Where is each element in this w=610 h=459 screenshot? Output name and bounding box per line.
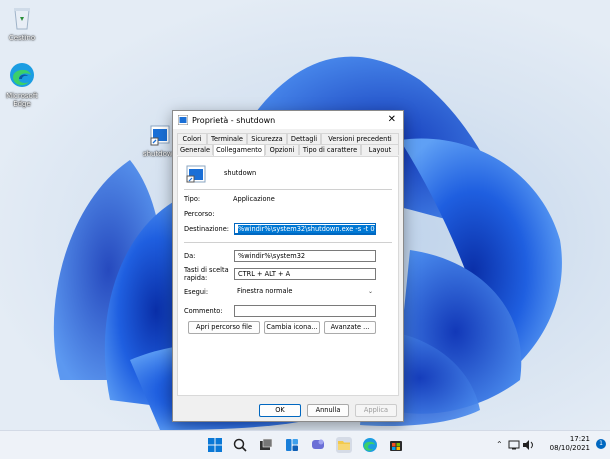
- destinazione-label: Destinazione:: [184, 225, 229, 233]
- shortcut-icon: [186, 165, 206, 183]
- avanzate-button[interactable]: Avanzate ...: [324, 321, 376, 334]
- ok-button[interactable]: OK: [259, 404, 301, 417]
- commento-label: Commento:: [184, 307, 223, 315]
- tab-collegamento[interactable]: Collegamento: [213, 144, 265, 156]
- esegui-select[interactable]: Finestra normale ⌄: [234, 286, 376, 297]
- tab-generale[interactable]: Generale: [177, 144, 213, 155]
- desktop-icon-label: Microsoft Edge: [6, 92, 38, 108]
- taskbar: ⌃ 17:21 08/10/2021 1: [0, 430, 610, 459]
- close-icon[interactable]: ✕: [388, 114, 396, 125]
- commento-input[interactable]: [234, 305, 376, 317]
- edge-icon[interactable]: [362, 437, 378, 453]
- destinazione-value: %windir%\system32\shutdown.exe -s -t 00: [238, 225, 375, 233]
- tab-colori[interactable]: Colori: [177, 133, 207, 144]
- desktop-icon-label: Cestino: [8, 34, 36, 42]
- tab-tipo-di-carattere[interactable]: Tipo di carattere: [299, 144, 361, 155]
- network-icon[interactable]: [508, 439, 520, 451]
- tab-panel-collegamento: shutdown Tipo: Applicazione Percorso: De…: [177, 156, 399, 396]
- esegui-value: Finestra normale: [237, 287, 293, 295]
- store-icon[interactable]: [388, 437, 404, 453]
- tipo-label: Tipo:: [184, 195, 201, 203]
- clock-date: 08/10/2021: [549, 444, 590, 452]
- shortcut-name: shutdown: [224, 169, 257, 177]
- recycle-bin-icon: [14, 8, 30, 30]
- tasti-label: Tasti di scelta rapida:: [184, 266, 229, 282]
- cambia-icona-button[interactable]: Cambia icona...: [264, 321, 320, 334]
- chevron-up-icon[interactable]: ⌃: [496, 440, 503, 449]
- search-icon[interactable]: [232, 437, 248, 453]
- start-icon[interactable]: [207, 437, 223, 453]
- destinazione-input[interactable]: %windir%\system32\shutdown.exe -s -t 00: [234, 223, 376, 235]
- annulla-button[interactable]: Annulla: [307, 404, 349, 417]
- tab-opzioni[interactable]: Opzioni: [265, 144, 299, 155]
- shortcut-app-icon: [150, 125, 170, 146]
- separator: [184, 242, 392, 243]
- tab-terminale[interactable]: Terminale: [207, 133, 247, 144]
- tab-sicurezza[interactable]: Sicurezza: [247, 133, 287, 144]
- edge-icon: [10, 63, 34, 87]
- volume-icon[interactable]: [522, 439, 534, 451]
- apri-percorso-file-button[interactable]: Apri percorso file: [188, 321, 260, 334]
- tab-versioni-precedenti[interactable]: Versioni precedenti: [321, 133, 399, 144]
- applica-button[interactable]: Applica: [355, 404, 397, 417]
- da-label: Da:: [184, 252, 196, 260]
- task-view-icon[interactable]: [258, 437, 274, 453]
- tipo-value: Applicazione: [233, 195, 275, 203]
- tab-dettagli[interactable]: Dettagli: [287, 133, 321, 144]
- clock[interactable]: 17:21 08/10/2021: [550, 435, 590, 453]
- desktop-icon-edge[interactable]: Microsoft Edge: [0, 62, 44, 108]
- notification-badge[interactable]: 1: [596, 439, 606, 449]
- widgets-icon[interactable]: [284, 437, 300, 453]
- clock-time: 17:21: [569, 435, 590, 443]
- app-icon: [178, 115, 188, 125]
- dialog-titlebar[interactable]: Proprietà - shutdown ✕: [173, 111, 403, 129]
- chevron-down-icon: ⌄: [367, 288, 373, 295]
- tab-row-1: Colori Terminale Sicurezza Dettagli Vers…: [177, 133, 399, 144]
- da-input[interactable]: %windir%\system32: [234, 250, 376, 262]
- tasti-input[interactable]: CTRL + ALT + A: [234, 268, 376, 280]
- percorso-label: Percorso:: [184, 210, 215, 218]
- chat-icon[interactable]: [310, 437, 326, 453]
- esegui-label: Esegui:: [184, 288, 209, 296]
- separator: [184, 189, 392, 190]
- file-explorer-icon[interactable]: [336, 437, 352, 453]
- desktop-icon-recycle-bin[interactable]: Cestino: [0, 6, 44, 42]
- tab-layout[interactable]: Layout: [361, 144, 399, 155]
- properties-dialog: Proprietà - shutdown ✕ Colori Terminale …: [172, 110, 404, 422]
- dialog-title: Proprietà - shutdown: [192, 115, 276, 125]
- tab-row-2: Generale Collegamento Opzioni Tipo di ca…: [177, 144, 399, 156]
